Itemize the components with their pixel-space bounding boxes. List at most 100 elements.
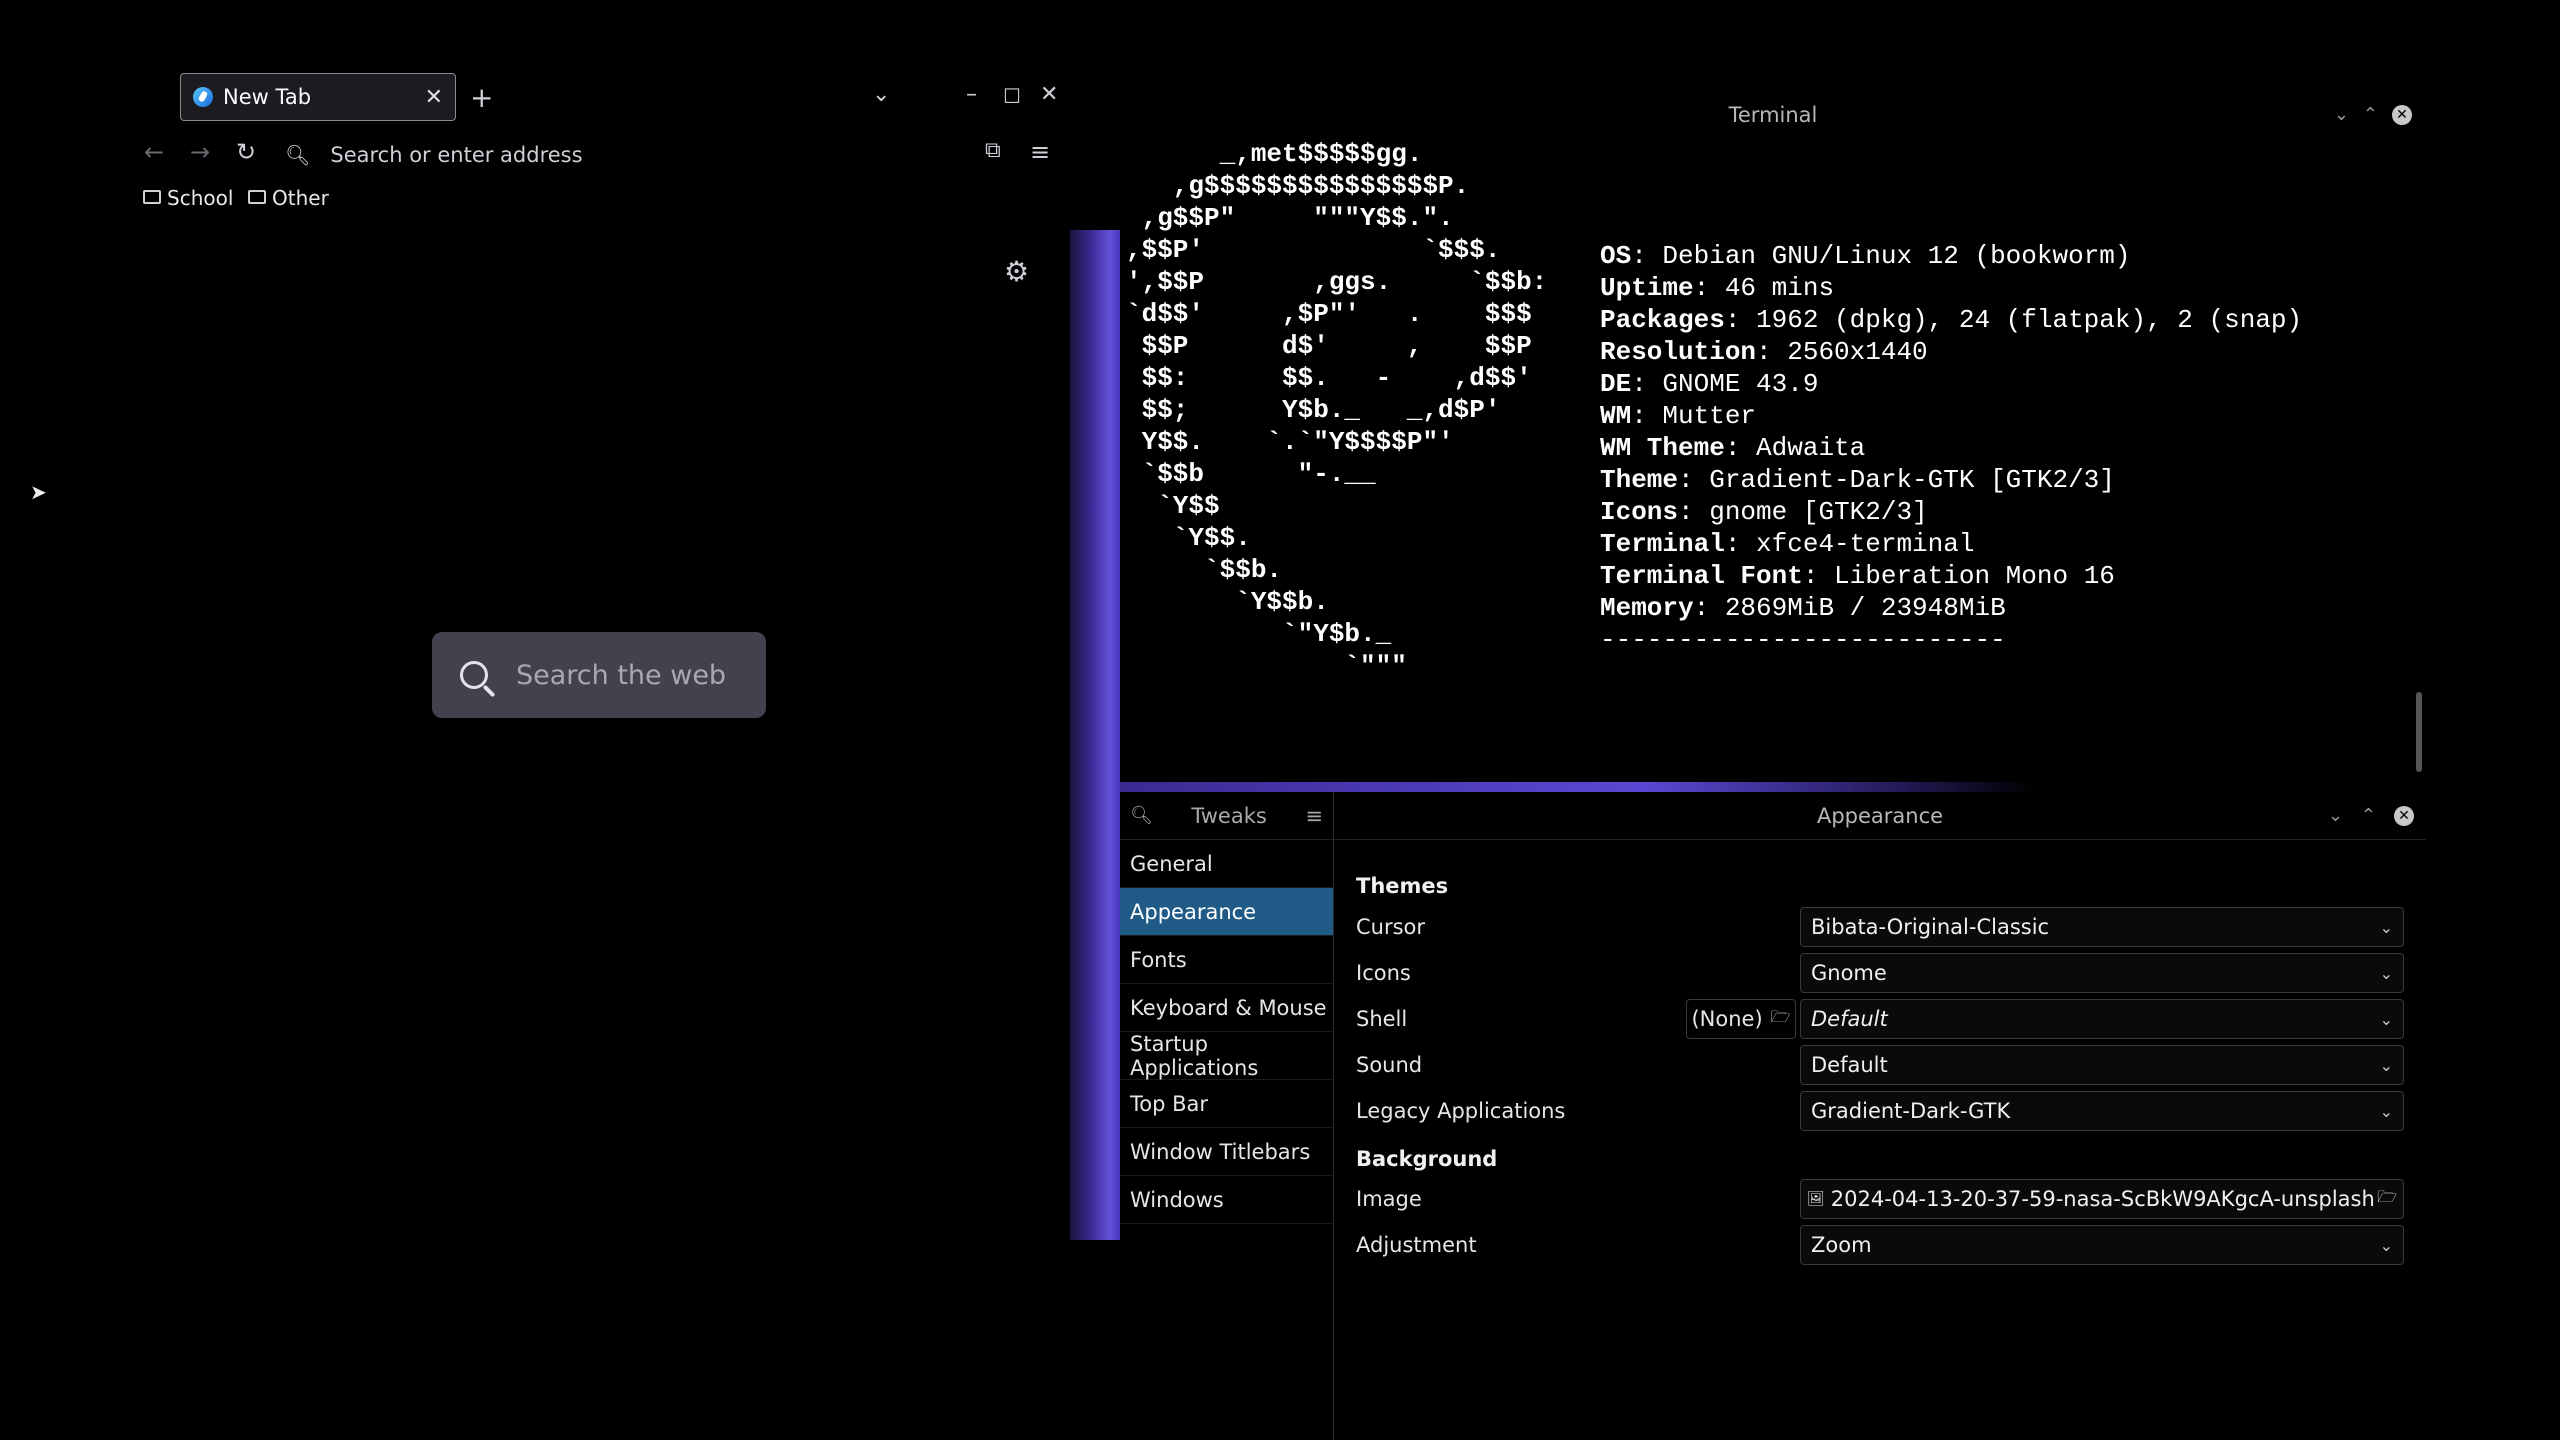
reload-icon[interactable]: ↻ [236, 140, 256, 164]
close-window-icon[interactable]: ✕ [1040, 84, 1058, 106]
close-tab-icon[interactable]: ✕ [425, 85, 443, 110]
gear-icon[interactable]: ⚙ [1004, 258, 1029, 286]
sidebar-item-windows[interactable]: Windows [1120, 1176, 1333, 1224]
debian-ascii-logo: _,met$$$$$gg. ,g$$$$$$$$$$$$$$$P. ,g$$P"… [1126, 139, 1548, 681]
image-file-button[interactable]: 🖼 2024-04-13-20-37-59-nasa-ScBkW9AKgcA-un… [1800, 1179, 2404, 1219]
extensions-icon[interactable]: ⧉ [985, 140, 1001, 162]
sidebar-item-fonts[interactable]: Fonts [1120, 936, 1333, 984]
address-input[interactable]: Search or enter address [330, 143, 582, 167]
search-icon: 🔍︎ [285, 143, 311, 167]
appearance-panel: Appearance ⌄ ⌃ ✕ Themes Cursor Bibata-Or… [1334, 792, 2426, 1440]
info-line: WM Theme: Adwaita [1600, 432, 2302, 464]
sidebar-item-startup-applications[interactable]: Startup Applications [1120, 1032, 1333, 1080]
info-line: Theme: Gradient-Dark-GTK [GTK2/3] [1600, 464, 2302, 496]
dropdown-value: Gnome [1811, 961, 1887, 985]
info-key: WM Theme [1600, 433, 1725, 463]
close-icon[interactable]: ✕ [2394, 805, 2414, 826]
chevron-down-icon: ⌄ [2379, 963, 2393, 983]
maximize-icon[interactable]: ⌃ [2361, 805, 2376, 826]
chevron-down-icon: ⌄ [2379, 1101, 2393, 1121]
adjustment-dropdown[interactable]: Zoom ⌄ [1800, 1225, 2404, 1265]
wallpaper-strip [1070, 230, 1120, 1240]
info-key: Memory [1600, 593, 1694, 623]
chevron-down-icon: ⌄ [2379, 917, 2393, 937]
shell-dropdown[interactable]: Default ⌄ [1800, 999, 2404, 1039]
info-key: Uptime [1600, 273, 1694, 303]
mouse-cursor-icon: ➤ [30, 480, 47, 504]
chevron-down-icon: ⌄ [2379, 1009, 2393, 1029]
info-line: WM: Mutter [1600, 400, 2302, 432]
info-line: Packages: 1962 (dpkg), 24 (flatpak), 2 (… [1600, 304, 2302, 336]
neofetch-info: OS: Debian GNU/Linux 12 (bookworm) Uptime… [1600, 240, 2302, 656]
info-separator: -------------------------- [1600, 625, 2006, 655]
info-value: : 2869MiB / 23948MiB [1693, 593, 2006, 623]
info-line: Uptime: 46 mins [1600, 272, 2302, 304]
tweaks-sidebar: 🔍︎ Tweaks ≡ General Appearance Fonts Keyboa… [1120, 792, 1334, 1440]
legacy-dropdown[interactable]: Gradient-Dark-GTK ⌄ [1800, 1091, 2404, 1131]
maximize-icon[interactable]: ⌃ [2363, 104, 2378, 125]
bookmark-label: Other [272, 186, 329, 210]
bookmark-label: School [167, 186, 234, 210]
search-icon[interactable]: 🔍︎ [1130, 805, 1153, 826]
forward-arrow-icon[interactable]: → [190, 140, 210, 164]
info-value: : 1962 (dpkg), 24 (flatpak), 2 (snap) [1724, 305, 2303, 335]
info-line: Resolution: 2560x1440 [1600, 336, 2302, 368]
folder-open-icon: 🗁 [1770, 1006, 1791, 1026]
tab-list-chevron-icon[interactable]: ⌄ [872, 84, 890, 106]
dropdown-value: Default [1811, 1053, 1888, 1077]
menu-hamburger-icon[interactable]: ≡ [1305, 804, 1323, 828]
menu-hamburger-icon[interactable]: ≡ [1030, 140, 1050, 164]
sidebar-item-keyboard-mouse[interactable]: Keyboard & Mouse [1120, 984, 1333, 1032]
info-value: : Gradient-Dark-GTK [GTK2/3] [1678, 465, 2115, 495]
info-line: OS: Debian GNU/Linux 12 (bookworm) [1600, 240, 2302, 272]
back-arrow-icon[interactable]: ← [144, 140, 164, 164]
icons-dropdown[interactable]: Gnome ⌄ [1800, 953, 2404, 993]
info-key: OS [1600, 241, 1632, 271]
sidebar-item-general[interactable]: General [1120, 840, 1333, 888]
minimize-icon[interactable]: ⌄ [2334, 104, 2349, 125]
info-line: Terminal Font: Liberation Mono 16 [1600, 560, 2302, 592]
address-bar[interactable]: 🔍︎ Search or enter address [285, 138, 583, 172]
folder-icon [143, 190, 161, 204]
chevron-down-icon: ⌄ [2379, 1235, 2393, 1255]
tweaks-title: Tweaks [1191, 803, 1267, 828]
browser-window: New Tab ✕ + ⌄ – ☐ ✕ ← → ↻ 🔍︎ Search or e… [0, 0, 1070, 1440]
maximize-icon[interactable]: ☐ [1003, 86, 1021, 106]
sidebar-item-top-bar[interactable]: Top Bar [1120, 1080, 1333, 1128]
info-line: Terminal: xfce4-terminal [1600, 528, 2302, 560]
info-value: : Adwaita [1724, 433, 1866, 463]
search-web-box[interactable]: Search the web [432, 632, 766, 718]
info-value: : GNOME 43.9 [1631, 369, 1819, 399]
bookmark-school[interactable]: School [143, 186, 233, 210]
minimize-icon[interactable]: – [966, 84, 977, 106]
info-key: Resolution [1600, 337, 1757, 367]
terminal-scrollbar[interactable] [2416, 692, 2422, 772]
sidebar-item-window-titlebars[interactable]: Window Titlebars [1120, 1128, 1333, 1176]
info-value: : gnome [GTK2/3] [1678, 497, 1928, 527]
info-value: : Liberation Mono 16 [1802, 561, 2115, 591]
terminal-window: Terminal ⌄ ⌃ ✕ _,met$$$$$gg. ,g$$$$$$$$$… [1120, 92, 2426, 792]
bookmark-other[interactable]: Other [248, 186, 329, 210]
image-file-icon: 🖼 [1807, 1191, 1825, 1207]
info-key: Icons [1600, 497, 1679, 527]
image-filename: 2024-04-13-20-37-59-nasa-ScBkW9AKgcA-uns… [1830, 1187, 2378, 1211]
dropdown-value: Gradient-Dark-GTK [1811, 1099, 2011, 1123]
info-value: : Mutter [1631, 401, 1757, 431]
info-key: Terminal Font [1600, 561, 1803, 591]
cursor-dropdown[interactable]: Bibata-Original-Classic ⌄ [1800, 907, 2404, 947]
sidebar-item-appearance[interactable]: Appearance [1120, 888, 1333, 936]
folder-open-icon: 🗁 [2377, 1186, 2397, 1206]
wallpaper-edge [1120, 782, 2426, 792]
search-web-input[interactable]: Search the web [516, 660, 726, 691]
info-line: Icons: gnome [GTK2/3] [1600, 496, 2302, 528]
dropdown-value: Default [1811, 1007, 1888, 1031]
info-key: Terminal [1600, 529, 1725, 559]
terminal-titlebar: Terminal ⌄ ⌃ ✕ [1120, 92, 2426, 138]
sound-dropdown[interactable]: Default ⌄ [1800, 1045, 2404, 1085]
tweaks-window: 🔍︎ Tweaks ≡ General Appearance Fonts Keyboa… [1120, 792, 2426, 1440]
tab-new-tab[interactable]: New Tab ✕ [180, 73, 456, 121]
minimize-icon[interactable]: ⌄ [2328, 805, 2343, 826]
new-tab-plus-icon[interactable]: + [470, 84, 493, 112]
close-icon[interactable]: ✕ [2392, 104, 2412, 125]
shell-file-button[interactable]: (None) 🗁 [1686, 999, 1796, 1039]
